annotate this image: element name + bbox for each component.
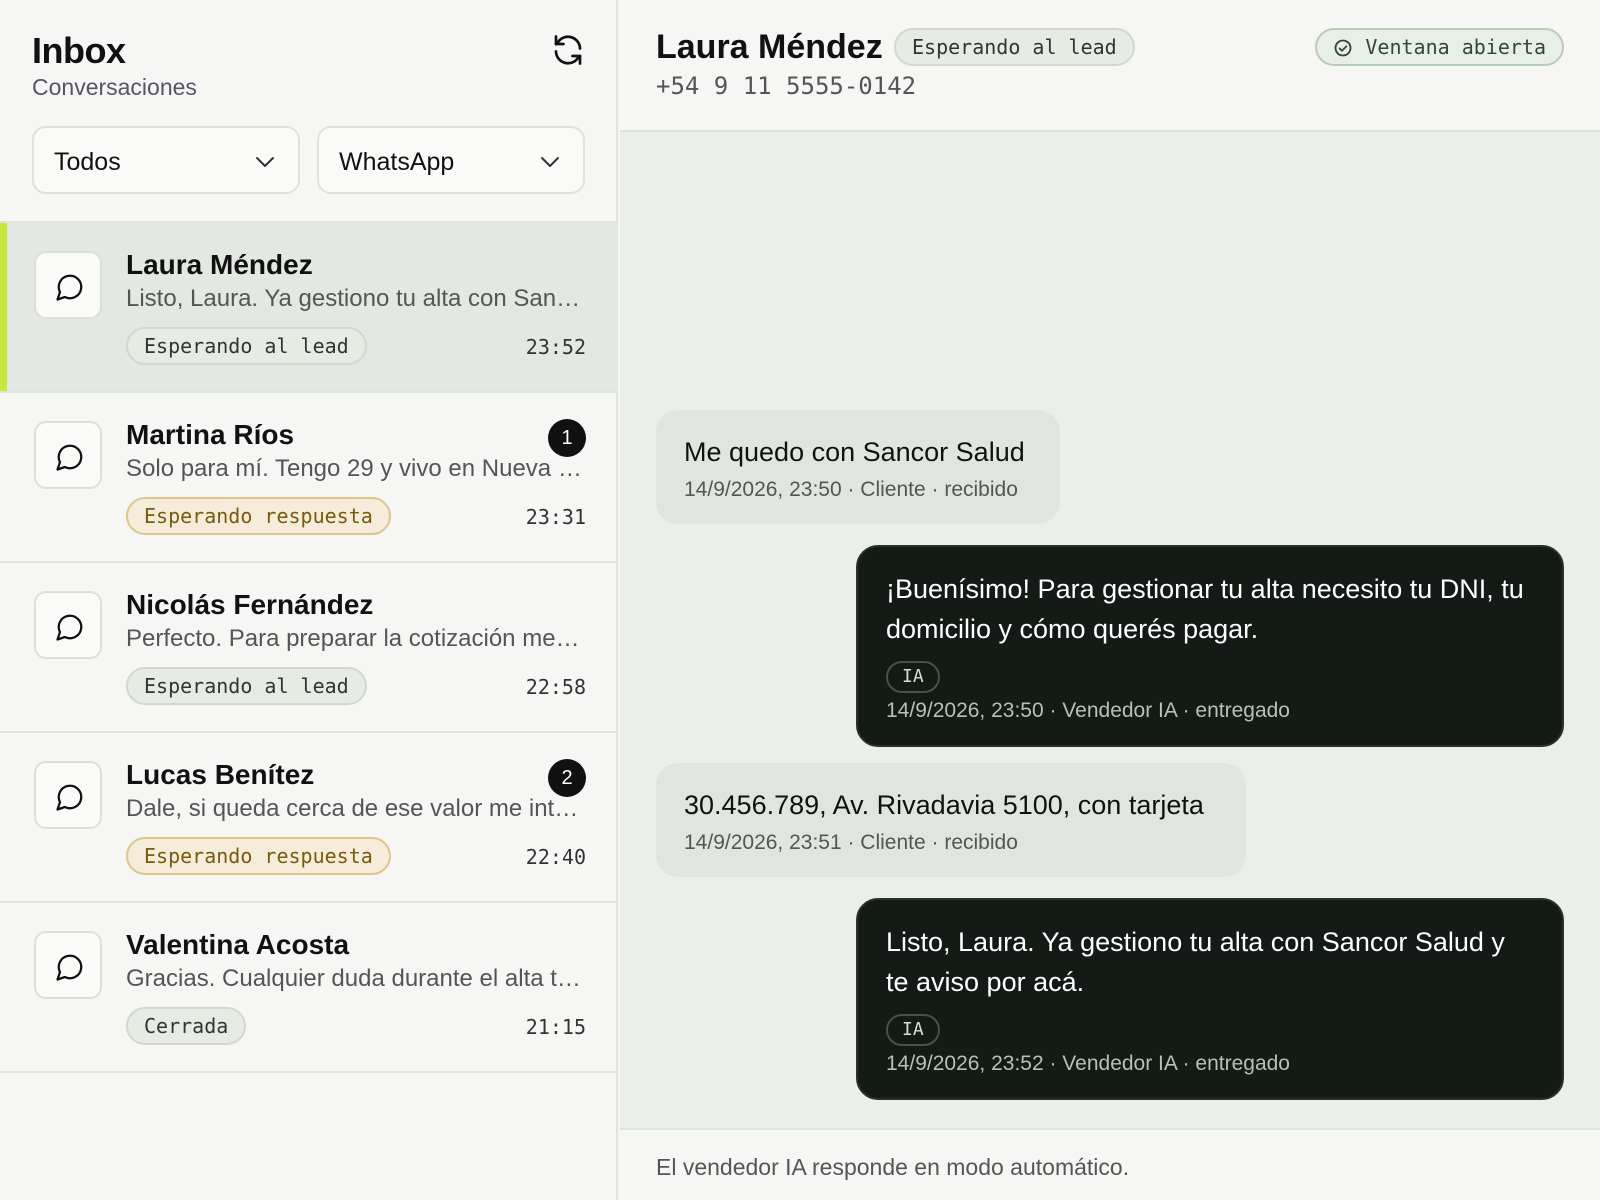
message-text: ¡Buenísimo! Para gestionar tu alta neces… bbox=[886, 574, 1524, 644]
conversation-item[interactable]: Laura Méndez Listo, Laura. Ya gestiono t… bbox=[0, 223, 618, 393]
conversation-preview: Perfecto. Para preparar la cotización me… bbox=[126, 625, 586, 652]
conversation-item[interactable]: Martina Ríos 1 Solo para mí. Tengo 29 y … bbox=[0, 393, 618, 563]
conversation-sidebar: Inbox Conversaciones Todos WhatsApp Laur… bbox=[0, 0, 618, 1200]
outgoing-message: Listo, Laura. Ya gestiono tu alta con Sa… bbox=[856, 898, 1564, 1100]
incoming-message: 30.456.789, Av. Rivadavia 5100, con tarj… bbox=[656, 763, 1246, 877]
conversation-preview: Gracias. Cualquier duda durante el alta … bbox=[126, 965, 586, 992]
window-status-badge: Ventana abierta bbox=[1315, 28, 1564, 66]
chat-bubble-icon bbox=[34, 421, 102, 489]
ai-tag: IA bbox=[886, 661, 940, 693]
status-badge: Cerrada bbox=[126, 1007, 247, 1045]
conversation-preview: Dale, si queda cerca de ese valor me int… bbox=[126, 795, 586, 822]
message-text: Me quedo con Sancor Salud bbox=[684, 437, 1025, 467]
unread-count-badge: 2 bbox=[548, 759, 586, 797]
chevron-down-icon bbox=[541, 157, 559, 167]
check-circle-icon bbox=[1334, 39, 1352, 57]
message-meta: 14/9/2026, 23:50 · Cliente · recibido bbox=[684, 478, 1018, 501]
status-badge: Esperando respuesta bbox=[126, 837, 391, 875]
status-filter-select[interactable]: Todos bbox=[32, 126, 300, 194]
status-filter-value: Todos bbox=[54, 148, 121, 176]
channel-filter-select[interactable]: WhatsApp bbox=[317, 126, 585, 194]
ai-tag: IA bbox=[886, 1014, 940, 1046]
window-status-label: Ventana abierta bbox=[1365, 35, 1546, 59]
chat-panel: Laura Méndez Esperando al lead +54 9 11 … bbox=[620, 0, 1600, 1200]
conversation-name: Valentina Acosta bbox=[126, 929, 350, 960]
conversation-name: Lucas Benítez bbox=[126, 759, 315, 790]
chat-header: Laura Méndez Esperando al lead +54 9 11 … bbox=[620, 0, 1600, 132]
chat-bubble-icon bbox=[34, 761, 102, 829]
conversation-item[interactable]: Lucas Benítez 2 Dale, si queda cerca de … bbox=[0, 733, 618, 903]
status-badge: Esperando al lead bbox=[126, 327, 367, 365]
chat-bubble-icon bbox=[34, 591, 102, 659]
conversation-name: Nicolás Fernández bbox=[126, 589, 374, 620]
conversation-preview: Solo para mí. Tengo 29 y vivo en Nueva C… bbox=[126, 455, 586, 482]
chat-footer: El vendedor IA responde en modo automáti… bbox=[620, 1128, 1600, 1200]
conversation-time: 22:58 bbox=[525, 675, 586, 699]
contact-name: Laura Méndez bbox=[656, 28, 883, 66]
message-meta: 14/9/2026, 23:52 · Vendedor IA · entrega… bbox=[886, 1052, 1290, 1075]
conversation-time: 23:31 bbox=[525, 505, 586, 529]
conversation-name: Laura Méndez bbox=[126, 249, 313, 280]
outgoing-message: ¡Buenísimo! Para gestionar tu alta neces… bbox=[856, 545, 1564, 747]
conversation-list: Laura Méndez Listo, Laura. Ya gestiono t… bbox=[0, 221, 618, 1073]
conversation-item[interactable]: Valentina Acosta Gracias. Cualquier duda… bbox=[0, 903, 618, 1073]
refresh-icon[interactable] bbox=[550, 32, 586, 68]
conversation-time: 23:52 bbox=[525, 335, 586, 359]
auto-mode-notice: El vendedor IA responde en modo automáti… bbox=[656, 1154, 1130, 1180]
chat-bubble-icon bbox=[34, 931, 102, 999]
inbox-subtitle: Conversaciones bbox=[32, 74, 197, 100]
conversation-item[interactable]: Nicolás Fernández Perfecto. Para prepara… bbox=[0, 563, 618, 733]
conversation-name: Martina Ríos bbox=[126, 419, 295, 450]
message-text: 30.456.789, Av. Rivadavia 5100, con tarj… bbox=[684, 790, 1204, 820]
chevron-down-icon bbox=[256, 157, 274, 167]
message-meta: 14/9/2026, 23:50 · Vendedor IA · entrega… bbox=[886, 699, 1290, 722]
conversation-time: 21:15 bbox=[525, 1015, 586, 1039]
status-badge: Esperando al lead bbox=[126, 667, 367, 705]
channel-filter-value: WhatsApp bbox=[339, 148, 455, 176]
conversation-time: 22:40 bbox=[525, 845, 586, 869]
status-badge: Esperando respuesta bbox=[126, 497, 391, 535]
inbox-title: Inbox bbox=[32, 30, 126, 71]
conversation-preview: Listo, Laura. Ya gestiono tu alta con Sa… bbox=[126, 285, 586, 312]
chat-bubble-icon bbox=[34, 251, 102, 319]
unread-count-badge: 1 bbox=[548, 419, 586, 457]
message-text: Listo, Laura. Ya gestiono tu alta con Sa… bbox=[886, 927, 1505, 997]
status-badge: Esperando al lead bbox=[894, 28, 1135, 66]
contact-phone: +54 9 11 5555-0142 bbox=[656, 72, 917, 100]
incoming-message: Me quedo con Sancor Salud 14/9/2026, 23:… bbox=[656, 410, 1060, 524]
message-meta: 14/9/2026, 23:51 · Cliente · recibido bbox=[684, 831, 1018, 854]
